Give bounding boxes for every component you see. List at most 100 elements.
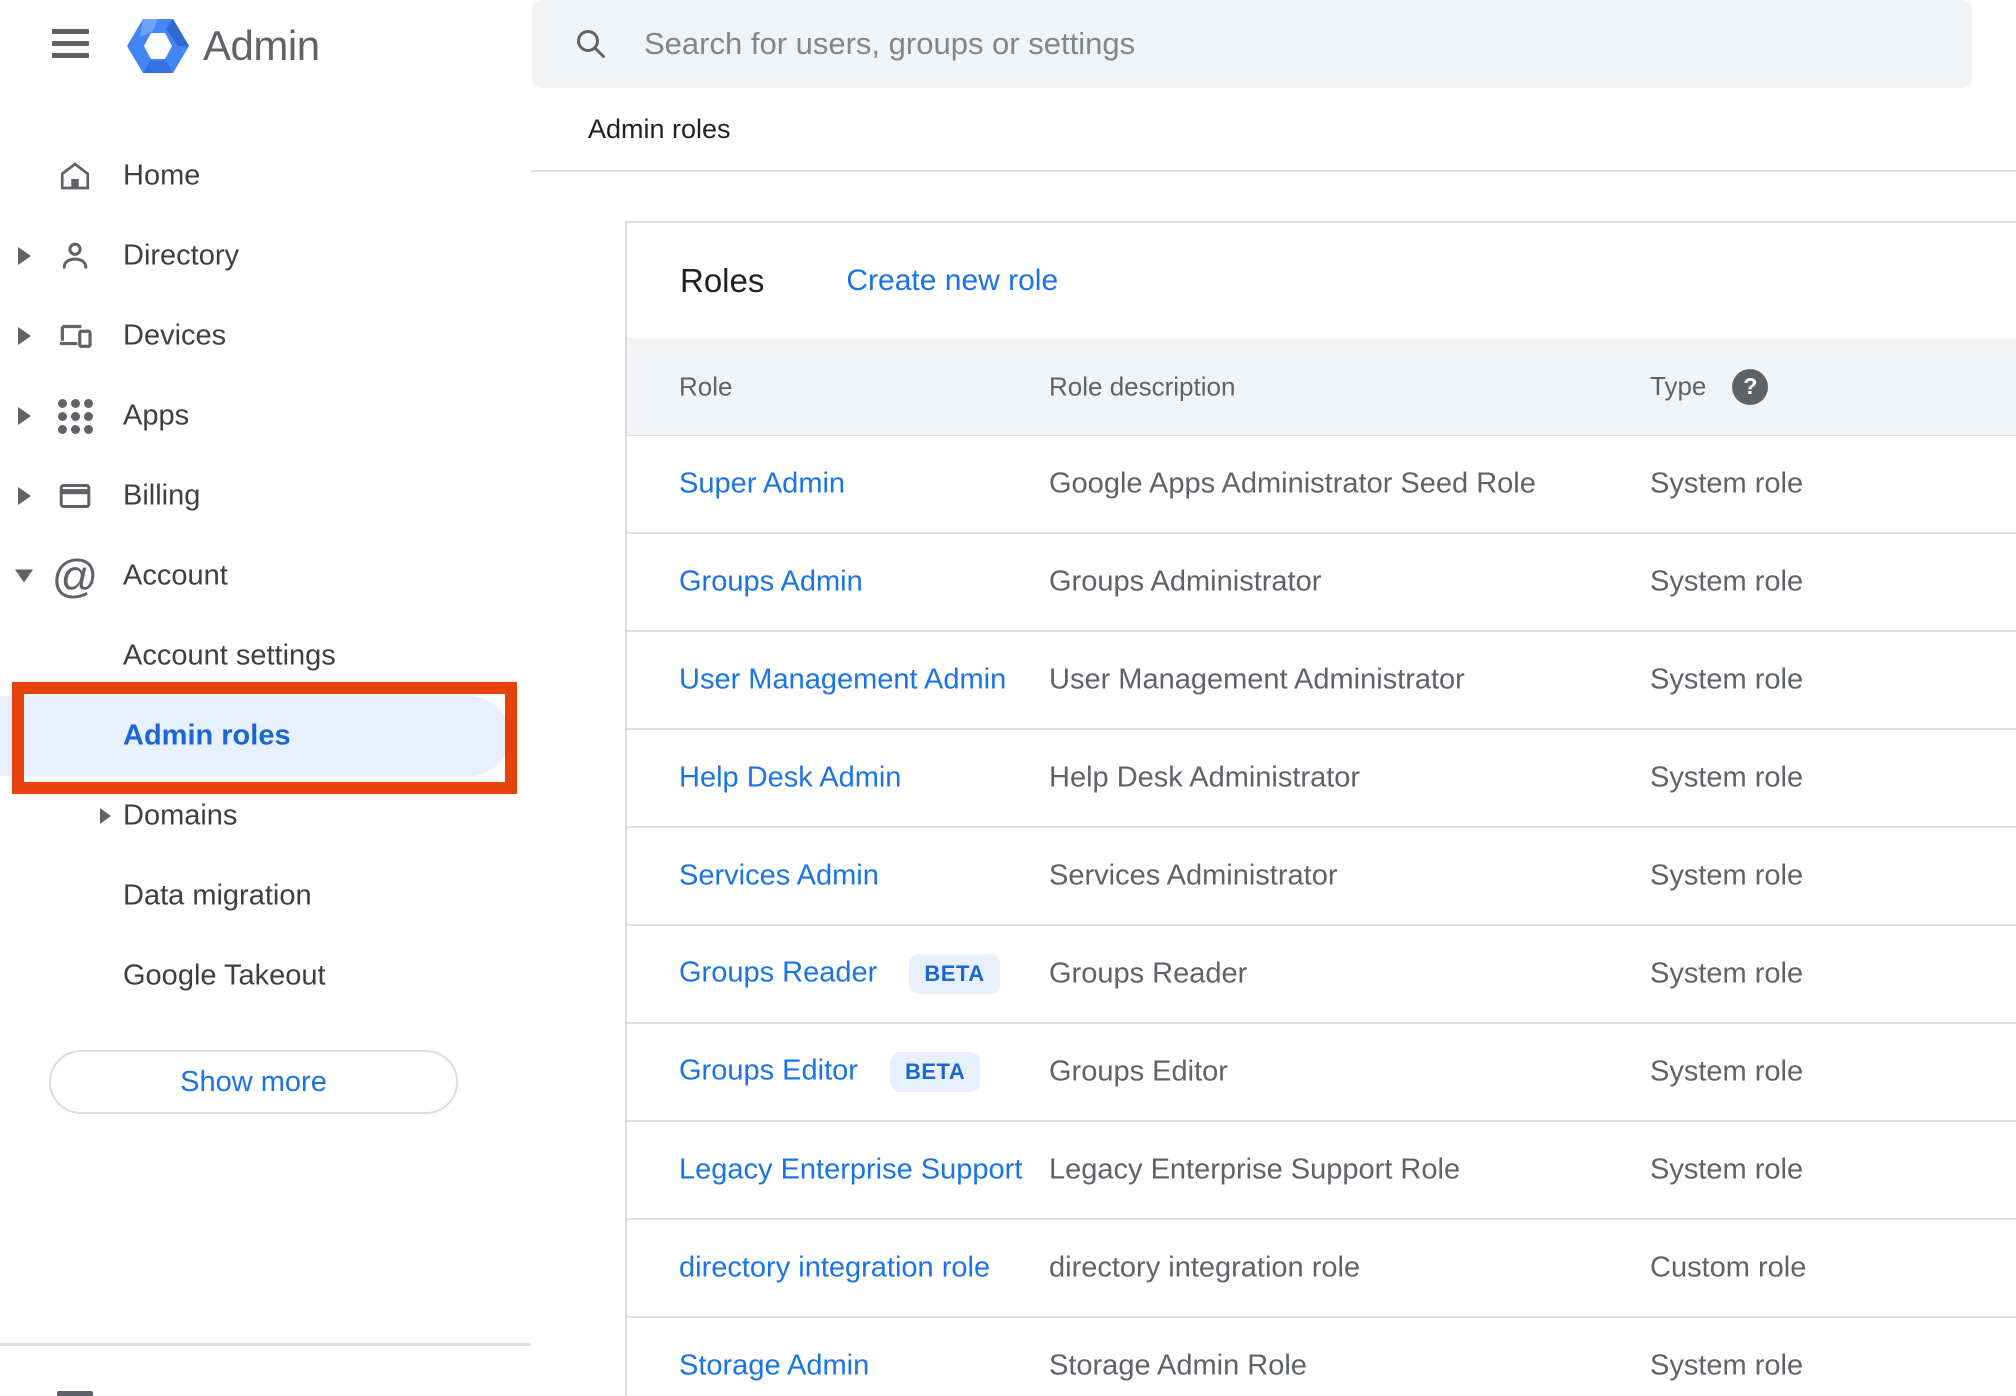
sidebar: Admin Home Directory Devices Apps Billin… [0,0,531,1396]
table-row: Groups Reader BETA Groups Reader System … [627,926,2016,1024]
role-type: System role [1650,663,1804,696]
sidebar-item-label: Account settings [123,639,336,672]
hamburger-menu-icon[interactable] [52,29,89,58]
sidebar-footer-icon [57,1391,93,1396]
at-sign-icon: @ [51,550,99,602]
create-new-role-link[interactable]: Create new role [846,264,1058,298]
sidebar-item-apps[interactable]: Apps [0,376,531,456]
beta-badge: BETA [889,1052,981,1092]
role-description: directory integration role [1049,1251,1361,1284]
role-type: System role [1650,1055,1804,1088]
sidebar-item-data-migration[interactable]: Data migration [0,856,531,936]
sidebar-nav: Home Directory Devices Apps Billing @ Ac… [0,136,531,1016]
search-bar[interactable] [532,0,1972,88]
devices-icon [56,317,94,355]
role-link[interactable]: User Management Admin [679,664,1006,696]
role-type: System role [1650,957,1804,990]
role-description: Groups Administrator [1049,565,1322,598]
sidebar-footer-divider [0,1343,531,1346]
role-type: Custom role [1650,1251,1807,1284]
breadcrumb: Admin roles [588,113,731,144]
role-description: Legacy Enterprise Support Role [1049,1153,1461,1186]
search-input[interactable] [644,26,1942,62]
role-description: Groups Editor [1049,1055,1228,1088]
table-row: User Management Admin User Management Ad… [627,632,2016,730]
role-link[interactable]: directory integration role [679,1252,990,1284]
card-title: Roles [680,261,765,299]
table-row: Groups Editor BETA Groups Editor System … [627,1024,2016,1122]
sidebar-item-home[interactable]: Home [0,136,531,216]
sidebar-item-billing[interactable]: Billing [0,456,531,536]
chevron-down-icon[interactable] [15,569,33,583]
column-header-description: Role description [1049,371,1236,401]
role-link[interactable]: Legacy Enterprise Support [679,1154,1022,1186]
table-header-row: Role Role description Type ? [627,338,2016,436]
role-description: Storage Admin Role [1049,1349,1307,1382]
sidebar-item-label: Billing [123,479,201,512]
table-row: Super Admin Google Apps Administrator Se… [627,436,2016,534]
credit-card-icon [56,477,94,515]
role-type: System role [1650,565,1804,598]
role-description: Groups Reader [1049,957,1248,990]
column-header-type-label: Type [1650,371,1707,401]
table-row: Services Admin Services Administrator Sy… [627,828,2016,926]
role-type: System role [1650,1153,1804,1186]
table-row: directory integration role directory int… [627,1220,2016,1318]
home-icon [56,157,94,195]
sidebar-item-account-settings[interactable]: Account settings [0,616,531,696]
person-icon [56,237,94,275]
role-link[interactable]: Storage Admin [679,1350,869,1382]
sidebar-item-account[interactable]: @ Account [0,536,531,616]
table-row: Legacy Enterprise Support Legacy Enterpr… [627,1122,2016,1220]
roles-card: Roles Create new role Role Role descript… [625,221,2016,1396]
help-icon[interactable]: ? [1732,368,1769,405]
sidebar-item-label: Devices [123,319,227,352]
apps-grid-icon [56,397,94,435]
sidebar-item-label: Data migration [123,879,312,912]
admin-logo: Admin [127,14,320,78]
sidebar-item-label: Apps [123,399,190,432]
sidebar-item-devices[interactable]: Devices [0,296,531,376]
column-header-type: Type ? [1650,368,1769,405]
role-type: System role [1650,467,1804,500]
chevron-right-icon[interactable] [18,407,31,425]
sidebar-item-label: Account [123,559,228,592]
sidebar-item-label: Home [123,159,201,192]
role-type: System role [1650,859,1804,892]
breadcrumb-bar: Admin roles [531,88,2016,172]
role-type: System role [1650,761,1804,794]
sidebar-item-label: Admin roles [123,719,291,752]
chevron-right-icon[interactable] [18,327,31,345]
role-type: System role [1650,1349,1804,1382]
sidebar-item-admin-roles[interactable]: Admin roles [0,696,531,776]
chevron-right-icon[interactable] [100,808,111,824]
chevron-right-icon[interactable] [18,247,31,265]
logo-text: Admin [203,22,320,69]
table-row: Groups Admin Groups Administrator System… [627,534,2016,632]
sidebar-item-label: Google Takeout [123,959,326,992]
show-more-button[interactable]: Show more [49,1050,458,1114]
role-link[interactable]: Groups Reader [679,957,877,989]
role-link[interactable]: Help Desk Admin [679,762,901,794]
column-header-role: Role [679,371,733,401]
role-link[interactable]: Groups Admin [679,566,863,598]
role-link[interactable]: Groups Editor [679,1055,858,1087]
beta-badge: BETA [909,954,1000,994]
admin-hexagon-icon [127,19,189,73]
role-link[interactable]: Services Admin [679,860,879,892]
sidebar-item-directory[interactable]: Directory [0,216,531,296]
chevron-right-icon[interactable] [18,487,31,505]
role-description: User Management Administrator [1049,663,1465,696]
sidebar-item-label: Domains [123,799,238,832]
role-description: Services Administrator [1049,859,1338,892]
role-link[interactable]: Super Admin [679,468,845,500]
sidebar-item-domains[interactable]: Domains [0,776,531,856]
search-icon [572,25,610,63]
table-row: Storage Admin Storage Admin Role System … [627,1318,2016,1396]
sidebar-item-label: Directory [123,239,240,272]
admin-console: Admin Home Directory Devices Apps Billin… [0,0,2016,1396]
table-row: Help Desk Admin Help Desk Administrator … [627,730,2016,828]
roles-card-header: Roles Create new role [627,223,2016,338]
sidebar-item-google-takeout[interactable]: Google Takeout [0,936,531,1016]
role-description: Help Desk Administrator [1049,761,1361,794]
